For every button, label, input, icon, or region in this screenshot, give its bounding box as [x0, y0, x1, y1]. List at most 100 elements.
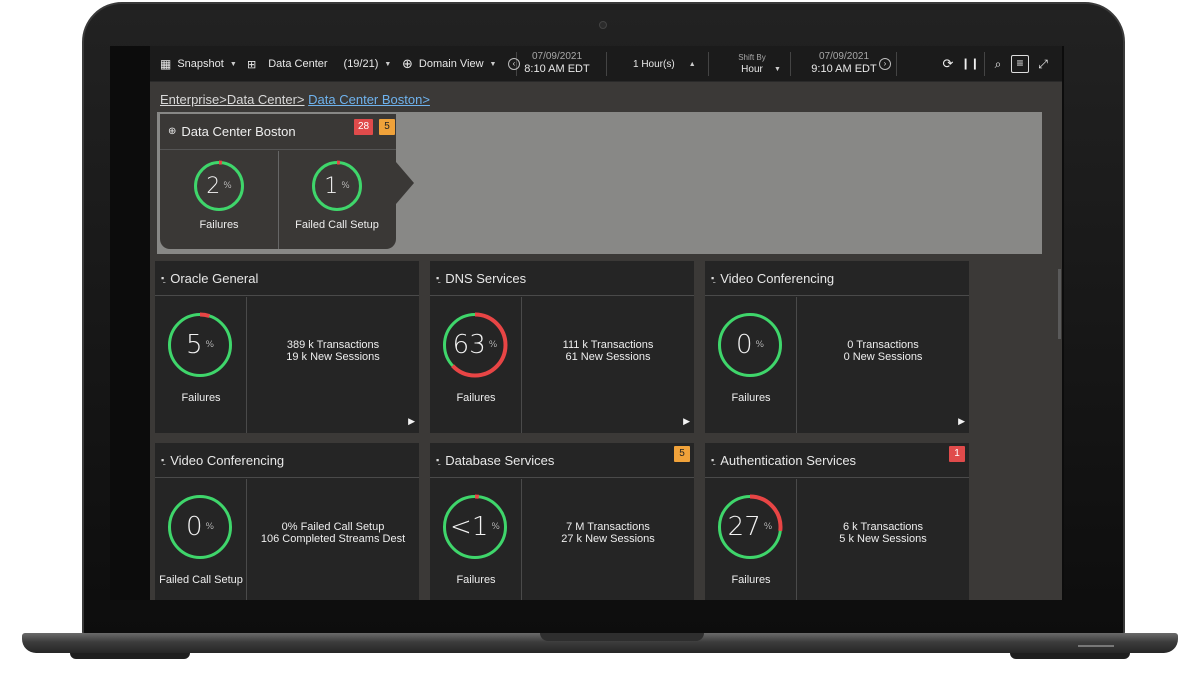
gauge-value: 0% — [716, 311, 784, 379]
duration-selector[interactable]: 1 Hour(s) ▲ — [633, 46, 696, 82]
refresh-icon[interactable]: ⟳ — [939, 55, 957, 73]
gauge-number: 27 — [727, 512, 761, 542]
next-icon[interactable]: › — [879, 58, 891, 70]
gauge-label: Failures — [456, 574, 496, 586]
cluster-card[interactable]: ⊕ Data Center Boston 28 5 2% Failures 1% — [160, 114, 414, 249]
alert-badge-warning[interactable]: 5 — [379, 119, 395, 135]
breadcrumb-data-center[interactable]: Data Center> — [227, 92, 305, 107]
service-card[interactable]: ▪̱ DNS Services 63% Failures 111 k Trans… — [430, 261, 694, 433]
gauge-value: 0% — [166, 493, 234, 561]
gauge-cell[interactable]: 0% Failures — [705, 297, 797, 433]
gauge-value: 63% — [441, 311, 509, 379]
grid-icon: ▦ — [160, 57, 172, 71]
gauge-label: Failures — [731, 392, 771, 404]
stat-line-1: 389 k Transactions — [286, 339, 380, 351]
menu-icon[interactable]: ≡ — [1011, 55, 1029, 73]
gauge-number: <1 — [450, 512, 489, 542]
data-center-selector[interactable]: ⊞ Data Center (19/21) ▼ — [247, 46, 391, 82]
play-arrow-icon[interactable]: ▶ — [958, 416, 965, 427]
data-center-label: Data Center — [268, 58, 328, 70]
play-arrow-icon[interactable]: ▶ — [408, 598, 415, 600]
fullscreen-icon[interactable]: ⤢ — [1034, 55, 1052, 73]
start-time[interactable]: 07/09/2021 8:10 AM EDT — [524, 51, 590, 75]
card-title: DNS Services — [445, 270, 527, 286]
card-stats: 111 k Transactions 61 New Sessions — [522, 339, 694, 363]
scrollbar[interactable] — [1058, 269, 1061, 339]
gauge-unit: % — [755, 340, 765, 350]
gauge-label: Failures — [731, 574, 771, 586]
caret-up-icon: ▲ — [688, 60, 696, 68]
gauge-unit: % — [205, 522, 215, 532]
stat-line-2: 106 Completed Streams Dest — [260, 533, 406, 545]
play-arrow-icon[interactable]: ▶ — [408, 416, 415, 427]
cluster-metric-failures[interactable]: 2% Failures — [160, 151, 278, 249]
shift-by-label: Shift By — [738, 53, 766, 62]
webcam — [599, 21, 607, 29]
gauge-label: Failures — [456, 392, 496, 404]
end-time-value: 9:10 AM EDT — [811, 63, 877, 75]
alert-badge-critical[interactable]: 28 — [354, 119, 374, 135]
card-body: 5% Failures 389 k Transactions 19 k New … — [155, 297, 419, 433]
gauge-number: 63 — [452, 330, 486, 360]
node-icon: ▪̱ — [711, 455, 715, 465]
domain-view-selector[interactable]: ⊕ Domain View ▼ — [402, 46, 496, 82]
cluster-metric-failed-call-setup[interactable]: 1% Failed Call Setup — [278, 151, 396, 249]
data-center-count: (19/21) — [343, 58, 379, 70]
stat-line-2: 0 New Sessions — [843, 351, 923, 363]
alert-badge[interactable]: 5 — [674, 446, 690, 462]
stat-line-1: 0% Failed Call Setup — [281, 521, 385, 533]
card-body: 27% Failures 6 k Transactions 5 k New Se… — [705, 479, 969, 600]
play-arrow-icon[interactable]: ▶ — [958, 598, 965, 600]
gauge-unit: % — [205, 340, 215, 350]
stat-line-2: 19 k New Sessions — [286, 351, 380, 363]
play-arrow-icon[interactable]: ▶ — [683, 598, 690, 600]
duration-value: 1 Hour(s) — [633, 58, 675, 70]
base-notch — [540, 633, 704, 641]
snapshot-menu[interactable]: ▦ Snapshot ▼ — [160, 46, 237, 82]
start-date: 07/09/2021 — [531, 51, 583, 62]
card-title: Database Services — [445, 452, 555, 468]
card-title: Oracle General — [170, 270, 259, 286]
laptop-foot-right — [1010, 653, 1130, 659]
breadcrumb-enterprise[interactable]: Enterprise> — [160, 92, 227, 107]
service-card[interactable]: ▪̱ Video Conferencing 0% Failures 0 Tran… — [705, 261, 969, 433]
gauge-cell[interactable]: 27% Failures — [705, 479, 797, 600]
card-stats: 0% Failed Call Setup 106 Completed Strea… — [247, 521, 419, 545]
service-card[interactable]: ▪̱ Authentication Services 1 27% Failure… — [705, 443, 969, 600]
pause-icon[interactable]: ❙❙ — [961, 55, 979, 73]
toolbar-divider — [708, 52, 709, 76]
laptop-base — [22, 633, 1178, 653]
breadcrumb: Enterprise>Data Center> Data Center Bost… — [160, 92, 430, 107]
card-title: Video Conferencing — [720, 270, 835, 286]
stat-line-1: 0 Transactions — [847, 339, 919, 351]
alert-badge[interactable]: 1 — [949, 446, 965, 462]
node-icon: ▪̱ — [161, 273, 165, 283]
card-header: ▪̱ Database Services — [430, 443, 694, 478]
gauge-cell[interactable]: 0% Failed Call Setup — [155, 479, 247, 600]
card-stats: 7 M Transactions 27 k New Sessions — [522, 521, 694, 545]
gauge-label: Failures — [199, 219, 239, 231]
prev-icon[interactable]: ‹ — [508, 58, 520, 70]
gauge-cell[interactable]: 5% Failures — [155, 297, 247, 433]
shift-by-selector[interactable]: Shift By Hour — [730, 52, 774, 76]
card-body: <1% Failures 7 M Transactions 27 k New S… — [430, 479, 694, 600]
service-card[interactable]: ▪̱ Database Services 5 <1% Failures 7 M … — [430, 443, 694, 600]
play-arrow-icon[interactable]: ▶ — [683, 416, 690, 427]
breadcrumb-data-center-boston[interactable]: Data Center Boston> — [308, 92, 430, 107]
stat-line-2: 61 New Sessions — [565, 351, 651, 363]
stat-line-2: 27 k New Sessions — [561, 533, 655, 545]
end-time[interactable]: 07/09/2021 9:10 AM EDT — [810, 51, 878, 75]
service-card[interactable]: ▪̱ Oracle General 5% Failures 389 k Tran… — [155, 261, 419, 433]
gauge-cell[interactable]: 63% Failures — [430, 297, 522, 433]
search-icon[interactable]: ⌕ — [989, 55, 1007, 73]
cluster-panel: ⊕ Data Center Boston 28 5 2% Failures 1% — [157, 112, 1042, 254]
node-icon: ▪̱ — [436, 455, 440, 465]
card-body: 0% Failures 0 Transactions 0 New Session… — [705, 297, 969, 433]
service-card[interactable]: ▪̱ Video Conferencing 0% Failed Call Set… — [155, 443, 419, 600]
node-icon: ▪̱ — [161, 455, 165, 465]
gauge-cell[interactable]: <1% Failures — [430, 479, 522, 600]
card-body: 0% Failed Call Setup 0% Failed Call Setu… — [155, 479, 419, 600]
cluster-pointer — [396, 162, 414, 204]
chevron-down-icon: ▼ — [229, 60, 237, 68]
card-body: 63% Failures 111 k Transactions 61 New S… — [430, 297, 694, 433]
